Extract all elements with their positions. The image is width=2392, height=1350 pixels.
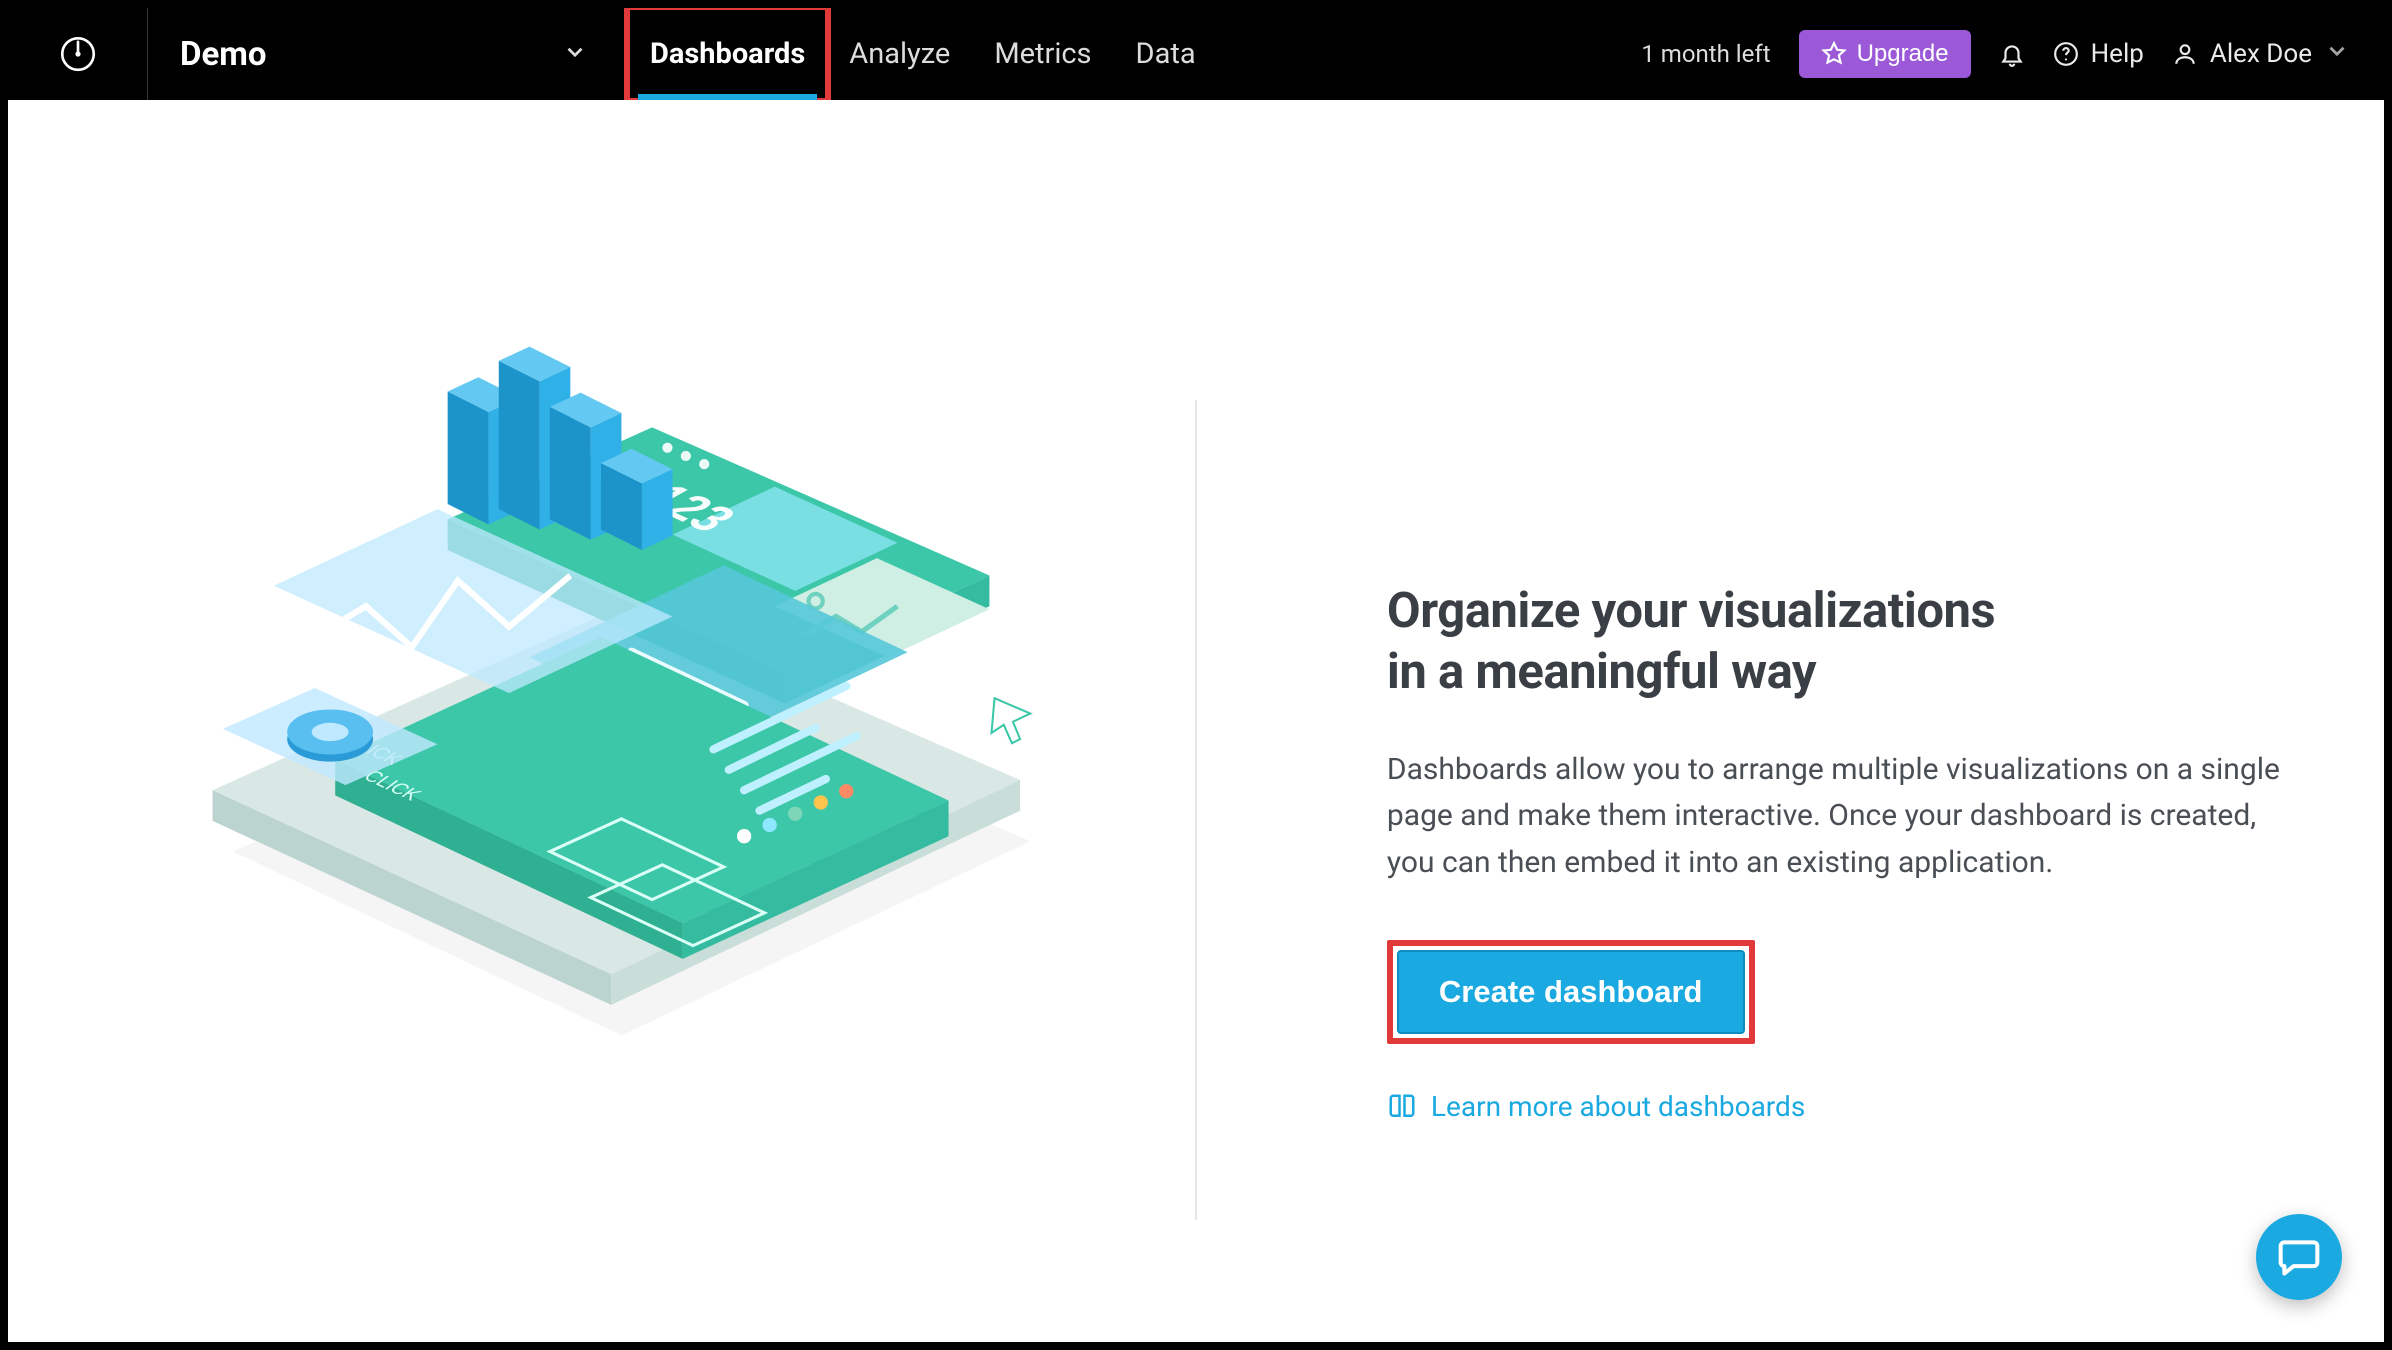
app-logo[interactable]	[8, 8, 148, 100]
user-menu[interactable]: Alex Doe	[2172, 38, 2350, 71]
chat-icon	[2277, 1235, 2321, 1279]
empty-state-description: Dashboards allow you to arrange multiple…	[1387, 747, 2287, 887]
star-icon	[1821, 41, 1847, 67]
nav-tab-label: Dashboards	[650, 37, 805, 71]
user-icon	[2172, 41, 2198, 67]
headline-line-2: in a meaningful way	[1387, 643, 1816, 700]
upgrade-button-label: Upgrade	[1857, 40, 1949, 68]
chat-launcher-button[interactable]	[2256, 1214, 2342, 1300]
empty-state-text-panel: Organize your visualizations in a meanin…	[1197, 100, 2384, 1123]
help-icon	[2053, 41, 2079, 67]
notifications-button[interactable]	[1999, 41, 2025, 67]
nav-tab-data[interactable]: Data	[1114, 8, 1218, 100]
header-right-group: 1 month left Upgrade	[1621, 8, 2384, 100]
illustration-panel: 123	[8, 100, 1195, 1036]
app-header: Demo Dashboards Analyze Metrics Data	[8, 8, 2384, 100]
learn-more-link[interactable]: Learn more about dashboards	[1387, 1090, 1805, 1123]
empty-state-headline: Organize your visualizations in a meanin…	[1387, 580, 2247, 703]
upgrade-button[interactable]: Upgrade	[1799, 30, 1971, 78]
book-icon	[1387, 1092, 1417, 1122]
dashboards-empty-state: 123	[8, 100, 2384, 1342]
nav-tab-dashboards[interactable]: Dashboards	[628, 8, 827, 100]
learn-more-label: Learn more about dashboards	[1431, 1090, 1805, 1123]
logo-icon	[57, 33, 99, 75]
project-switcher[interactable]: Demo	[148, 8, 628, 100]
project-name: Demo	[180, 35, 266, 74]
nav-tab-label: Analyze	[849, 37, 950, 71]
chevron-down-icon	[562, 39, 588, 69]
help-label: Help	[2091, 39, 2144, 69]
headline-line-1: Organize your visualizations	[1387, 582, 1995, 639]
create-dashboard-button-label: Create dashboard	[1439, 974, 1703, 1009]
cta-highlight-box: Create dashboard	[1387, 940, 1755, 1044]
chevron-down-icon	[2324, 38, 2350, 71]
nav-tab-metrics[interactable]: Metrics	[972, 8, 1113, 100]
trial-remaining: 1 month left	[1641, 40, 1770, 68]
nav-tab-label: Data	[1136, 37, 1196, 71]
main-nav: Dashboards Analyze Metrics Data	[628, 8, 1218, 100]
bell-icon	[1999, 41, 2025, 67]
nav-tab-label: Metrics	[994, 37, 1091, 71]
create-dashboard-button[interactable]: Create dashboard	[1397, 950, 1745, 1034]
nav-tab-analyze[interactable]: Analyze	[827, 8, 972, 100]
user-name: Alex Doe	[2210, 39, 2312, 69]
dashboard-illustration: 123	[141, 320, 1061, 1036]
help-button[interactable]: Help	[2053, 39, 2144, 69]
